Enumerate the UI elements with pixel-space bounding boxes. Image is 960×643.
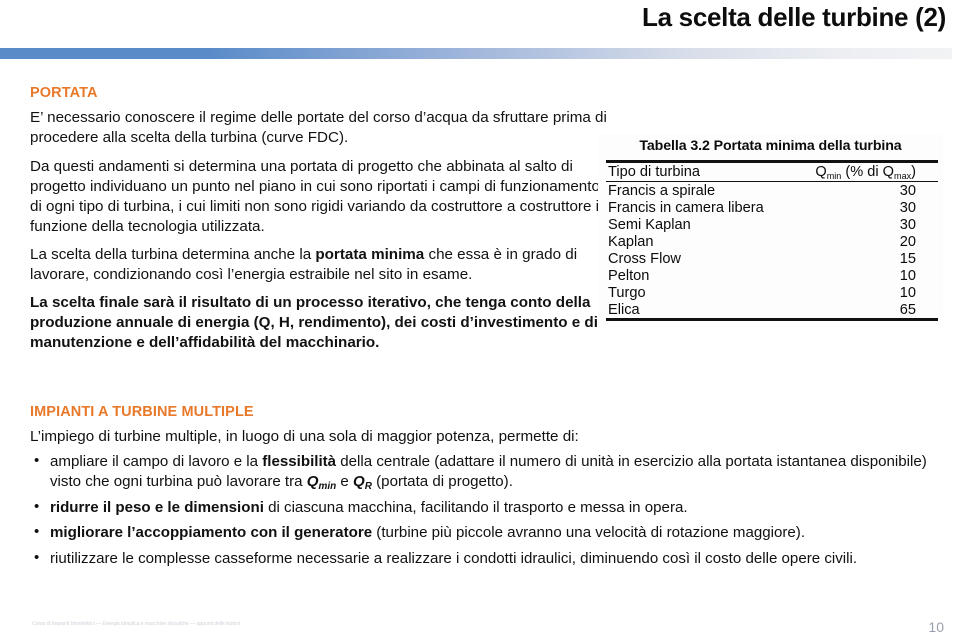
- list-item: • ridurre il peso e le dimensioni di cias…: [30, 498, 935, 518]
- cell-qmin-percent: 30: [899, 182, 916, 199]
- column-header-qmin: Qmin (% di Qmax): [791, 160, 938, 182]
- cell-turbine-type: Kaplan: [608, 233, 654, 250]
- column-header-turbine-type: Tipo di turbina: [606, 160, 792, 182]
- qmin-close-paren: ): [911, 164, 916, 180]
- section-heading-impianti: IMPIANTI A TURBINE MULTIPLE: [30, 404, 254, 420]
- table-header: Tipo di turbina Qmin (% di Qmax): [606, 160, 938, 182]
- page-number: 10: [928, 619, 944, 635]
- cell-qmin-percent: 20: [899, 233, 916, 250]
- table-figure-portata-minima: Tabella 3.2 Portata minima della turbina…: [598, 134, 943, 321]
- symbol-q-min-base: Q: [306, 473, 319, 491]
- table-row: Francis a spirale 30: [606, 182, 938, 200]
- table-row: Francis in camera libera 30: [606, 199, 938, 216]
- footer-note: Corso di Impianti Idroelettrici — Energi…: [32, 621, 240, 627]
- symbol-q-min-subscript: min: [318, 481, 337, 493]
- symbol-q-r-base: Q: [353, 473, 365, 491]
- table-body: Francis a spirale 30 Francis in camera lib…: [606, 182, 938, 321]
- cell-qmin-percent: 65: [791, 301, 938, 321]
- bullet-marker-icon: •: [34, 497, 40, 515]
- table-row: Kaplan 20: [606, 233, 938, 250]
- cell-turbine-type: Turgo: [608, 284, 646, 301]
- paragraph-4: La scelta finale sarà il risultato di un…: [30, 293, 598, 352]
- paragraph-2: Da questi andamenti si determina una por…: [30, 157, 608, 235]
- bullet-text-emphasis: ridurre il peso e le dimensioni: [50, 498, 264, 516]
- table-row: Semi Kaplan 30: [606, 216, 938, 233]
- list-item: • riutilizzare le complesse casseforme ne…: [30, 549, 935, 569]
- bullet-marker-icon: •: [34, 452, 40, 470]
- cell-turbine-type: Elica: [606, 301, 792, 321]
- qmin-symbol: Q: [815, 164, 827, 180]
- table-row: Turgo 10: [606, 284, 938, 301]
- table-row: Cross Flow 15: [606, 250, 938, 267]
- paragraph-1: E’ necessario conoscere il regime delle …: [30, 109, 607, 147]
- bullet-marker-icon: •: [34, 548, 40, 566]
- cell-turbine-type: Semi Kaplan: [608, 216, 691, 233]
- section-heading-portata: PORTATA: [30, 85, 98, 101]
- bullet-text-suffix: riutilizzare le complesse casseforme nec…: [50, 549, 858, 567]
- portata-section: PORTATA E’ necessario conoscere il regim…: [30, 85, 610, 361]
- bottom-lead-text: L’impiego di turbine multiple, in luogo …: [30, 428, 579, 446]
- qmin-mid-text: (% di Q: [841, 164, 895, 180]
- symbol-q-r-subscript: R: [364, 481, 372, 493]
- title-divider-rule: [0, 48, 952, 59]
- table-row: Pelton 10: [606, 267, 938, 284]
- paragraph-3-emphasis: portata minima: [315, 245, 425, 263]
- bullet-text-emphasis: migliorare l’accoppiamento con il genera…: [50, 524, 373, 542]
- cell-turbine-type: Francis a spirale: [608, 182, 716, 199]
- qmax-subscript: max: [894, 170, 912, 181]
- table-row: Elica 65: [606, 301, 938, 321]
- turbine-minimum-flow-table: Tipo di turbina Qmin (% di Qmax) Francis…: [606, 160, 938, 321]
- list-item: • migliorare l’accoppiamento con il gener…: [30, 523, 935, 543]
- cell-turbine-type: Pelton: [608, 267, 650, 284]
- list-item: • ampliare il campo di lavoro e la flessi…: [30, 452, 935, 493]
- paragraph-3-prefix: La scelta della turbina determina anche …: [30, 245, 316, 263]
- cell-qmin-percent: 30: [899, 216, 916, 233]
- bullet-text-suffix: (turbine più piccole avranno una velocit…: [372, 524, 806, 542]
- impianti-turbine-multiple-section: IMPIANTI A TURBINE MULTIPLE L’impiego di…: [30, 404, 935, 575]
- bullet-text-prefix: ampliare il campo di lavoro e la: [50, 453, 263, 471]
- symbol-q-min: Qmin: [306, 473, 337, 493]
- symbol-q-r: QR: [353, 473, 372, 493]
- qmin-subscript: min: [826, 170, 842, 181]
- cell-qmin-percent: 10: [899, 267, 916, 284]
- bullet-text-suffix: (portata di progetto).: [371, 473, 513, 491]
- page-title: La scelta delle turbine (2): [642, 2, 946, 32]
- cell-qmin-percent: 15: [899, 250, 916, 267]
- benefits-bullet-list: • ampliare il campo di lavoro e la flessi…: [30, 452, 935, 568]
- table-header-row: Tipo di turbina Qmin (% di Qmax): [606, 160, 938, 182]
- bullet-text-emphasis: flessibilità: [262, 453, 337, 471]
- bullet-text-middle-2: e: [336, 473, 353, 491]
- table-caption: Tabella 3.2 Portata minima della turbina: [639, 138, 902, 154]
- bullet-text-suffix: di ciascuna macchina, facilitando il tra…: [263, 498, 688, 516]
- paragraph-3: La scelta della turbina determina anche …: [30, 245, 610, 285]
- cell-turbine-type: Cross Flow: [608, 250, 681, 267]
- cell-qmin-percent: 10: [899, 284, 916, 301]
- cell-turbine-type: Francis in camera libera: [608, 199, 764, 216]
- cell-qmin-percent: 30: [899, 199, 916, 216]
- bullet-marker-icon: •: [34, 523, 40, 541]
